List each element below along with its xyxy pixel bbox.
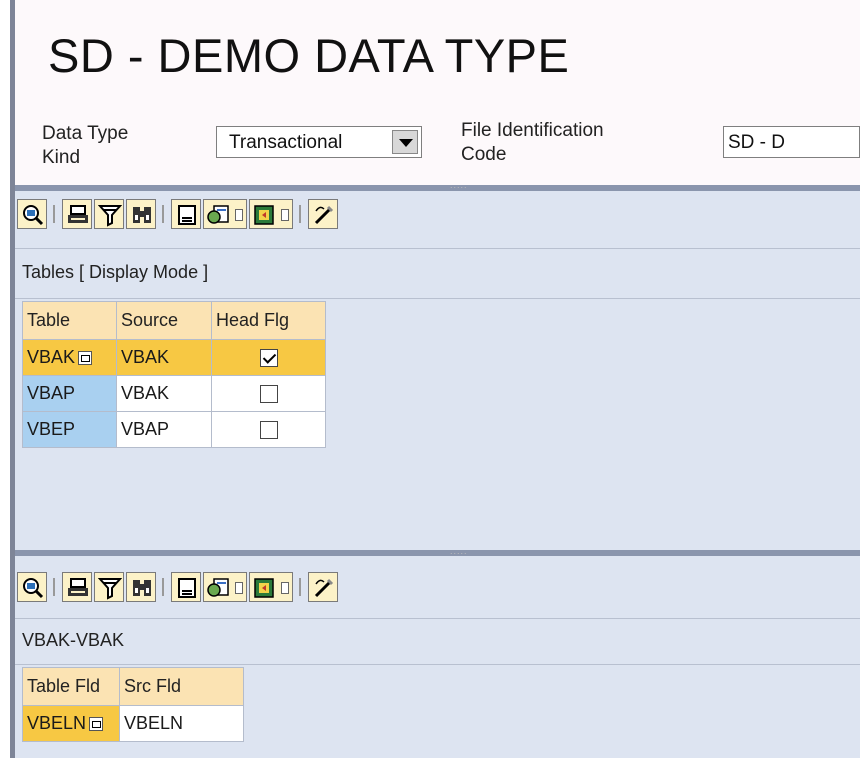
value-help-icon[interactable] <box>89 717 104 732</box>
print-preview-button[interactable] <box>171 199 201 229</box>
export-icon <box>207 205 229 224</box>
fields-grid: Table Fld Src Fld VBELN VBELN <box>22 667 244 742</box>
print-icon <box>68 578 88 596</box>
print-button[interactable] <box>62 199 92 229</box>
column-header-head-flg[interactable]: Head Flg <box>211 301 326 340</box>
print-preview-button[interactable] <box>171 572 201 602</box>
change-layout-icon <box>314 578 334 598</box>
filter-button[interactable] <box>94 199 124 229</box>
divider <box>15 664 860 665</box>
tables-grid: Table Source Head Flg VBAK VBAK VBAP VBA… <box>22 301 326 448</box>
source-cell[interactable]: VBAK <box>116 339 212 376</box>
tables-panel: Tables [ Display Mode ] Table Source Hea… <box>15 191 860 550</box>
tables-toolbar <box>15 191 860 237</box>
table-fld-value: VBELN <box>27 713 87 733</box>
toolbar-separator <box>53 578 55 596</box>
table-header-row: Table Fld Src Fld <box>22 667 244 706</box>
divider <box>15 248 860 249</box>
find-button[interactable] <box>126 572 156 602</box>
layout-icon <box>254 578 274 598</box>
filter-icon <box>98 578 122 600</box>
layout-icon <box>254 205 274 225</box>
column-header-source[interactable]: Source <box>116 301 212 340</box>
toolbar-separator <box>162 578 164 596</box>
details-icon <box>23 578 44 599</box>
value-help-icon[interactable] <box>78 351 93 366</box>
splitter-grip: ..... <box>450 546 468 556</box>
source-cell[interactable]: VBAP <box>116 411 212 448</box>
table-cell-value: VBAK <box>27 347 76 367</box>
tables-panel-title: Tables [ Display Mode ] <box>22 262 209 282</box>
head-flg-checkbox[interactable] <box>259 421 278 440</box>
details-icon <box>23 205 44 226</box>
column-header-src-fld[interactable]: Src Fld <box>119 667 244 706</box>
print-preview-icon <box>178 205 196 225</box>
file-id-label-line2: Code <box>461 144 507 165</box>
toolbar-separator <box>299 578 301 596</box>
toolbar-separator <box>162 205 164 223</box>
layout-button[interactable] <box>249 572 293 602</box>
export-icon <box>207 578 229 597</box>
table-header-row: Table Source Head Flg <box>22 301 326 340</box>
find-icon <box>133 580 151 596</box>
toolbar-separator <box>299 205 301 223</box>
export-button[interactable] <box>203 199 247 229</box>
splitter-grip: ..... <box>450 180 468 190</box>
change-layout-button[interactable] <box>308 199 338 229</box>
print-button[interactable] <box>62 572 92 602</box>
file-id-label: File Identification Code <box>461 119 604 167</box>
table-cell[interactable]: VBAP <box>22 375 117 412</box>
src-fld-cell[interactable]: VBELN <box>119 705 244 742</box>
layout-button[interactable] <box>249 199 293 229</box>
export-dropdown-icon[interactable] <box>235 582 243 594</box>
print-icon <box>68 205 88 223</box>
table-cell[interactable]: VBAK <box>22 339 117 376</box>
find-button[interactable] <box>126 199 156 229</box>
change-layout-icon <box>314 205 334 225</box>
layout-dropdown-icon[interactable] <box>281 582 289 594</box>
data-type-kind-label: Data Type Kind <box>42 122 128 170</box>
filter-button[interactable] <box>94 572 124 602</box>
data-type-kind-label-line2: Kind <box>42 147 81 168</box>
data-type-kind-dropdown[interactable]: Transactional <box>216 126 422 158</box>
head-flg-cell <box>211 411 326 448</box>
table-row[interactable]: VBAP VBAK <box>22 375 326 412</box>
column-header-table-fld[interactable]: Table Fld <box>22 667 120 706</box>
divider <box>15 298 860 299</box>
file-id-value: SD - D <box>728 132 785 153</box>
head-flg-checkbox[interactable] <box>259 349 278 368</box>
fields-toolbar <box>15 564 860 610</box>
table-fld-cell[interactable]: VBELN <box>22 705 120 742</box>
toolbar-separator <box>53 205 55 223</box>
header-area: SD - DEMO DATA TYPE Data Type Kind Trans… <box>15 0 860 185</box>
data-type-kind-value: Transactional <box>229 132 343 153</box>
data-type-kind-label-line1: Data Type <box>42 123 129 144</box>
file-id-input[interactable]: SD - D <box>723 126 860 158</box>
divider <box>15 618 860 619</box>
export-dropdown-icon[interactable] <box>235 209 243 221</box>
table-row[interactable]: VBEP VBAP <box>22 411 326 448</box>
fields-panel: VBAK-VBAK Table Fld Src Fld VBELN VBELN <box>15 556 860 758</box>
file-id-label-line1: File Identification <box>461 120 604 141</box>
chevron-down-icon[interactable] <box>392 130 418 154</box>
table-cell[interactable]: VBEP <box>22 411 117 448</box>
layout-dropdown-icon[interactable] <box>281 209 289 221</box>
details-button[interactable] <box>17 572 47 602</box>
head-flg-checkbox[interactable] <box>259 385 278 404</box>
change-layout-button[interactable] <box>308 572 338 602</box>
head-flg-cell <box>211 375 326 412</box>
page-title: SD - DEMO DATA TYPE <box>48 29 570 82</box>
export-button[interactable] <box>203 572 247 602</box>
print-preview-icon <box>178 578 196 598</box>
fields-panel-title: VBAK-VBAK <box>22 630 125 650</box>
find-icon <box>133 207 151 223</box>
head-flg-cell <box>211 339 326 376</box>
table-row[interactable]: VBAK VBAK <box>22 339 326 376</box>
table-row[interactable]: VBELN VBELN <box>22 705 244 742</box>
column-header-table[interactable]: Table <box>22 301 117 340</box>
source-cell[interactable]: VBAK <box>116 375 212 412</box>
filter-icon <box>98 205 122 227</box>
details-button[interactable] <box>17 199 47 229</box>
